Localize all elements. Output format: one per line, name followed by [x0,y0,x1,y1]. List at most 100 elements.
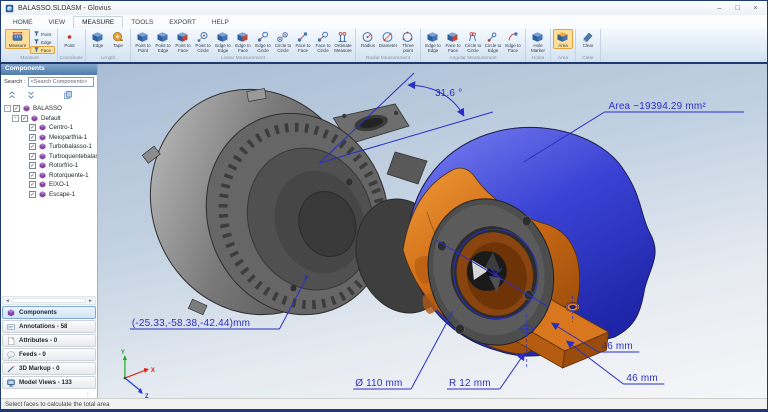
cube-red-icon [446,31,459,43]
cube-icon [216,31,229,43]
close-button[interactable]: × [748,3,763,14]
minimize-button[interactable]: – [712,3,727,14]
axis-triad: Y X Z [121,350,155,398]
tree-item-rotorquente-1[interactable]: ✓ Rotorquente-1 [1,171,97,181]
maximize-button[interactable]: □ [730,3,745,14]
tree-item-rotorfrio-1[interactable]: ✓ Rotorfrio-1 [1,161,97,171]
tree-item-meiopartfria-1[interactable]: ✓ Meiopartfria-1 [1,133,97,143]
tree-item-default[interactable]: - ✓ Default [1,114,97,124]
ribbon-button-edge-to-face[interactable]: Edge to Face [503,29,523,54]
menu-tab-home[interactable]: HOME [5,17,41,28]
distance-dimension-2: 46 mm [626,373,657,384]
panel-tab-annotations-58[interactable]: Annotations - 58 [2,320,96,333]
ribbon-button-three-point-circle[interactable]: Three point circle [398,29,418,55]
tree-item-eixo-1[interactable]: ✓ EIXO-1 [1,180,97,190]
visibility-checkbox[interactable]: ✓ [29,190,36,198]
visibility-checkbox[interactable]: ✓ [29,133,36,141]
ribbon-button-face-to-face[interactable]: Face to Face [443,29,463,54]
panel-spacer [1,199,97,296]
arc-ball-icon [506,31,519,43]
tree-item-turbobalasso-1[interactable]: ✓ Turbobalasso-1 [1,142,97,152]
search-input[interactable] [27,77,94,87]
visibility-checkbox[interactable]: ✓ [29,143,36,151]
visibility-checkbox[interactable]: ✓ [29,152,36,160]
ribbon-group-label: Area [557,56,569,61]
expand-toggle[interactable]: - [12,114,19,122]
ribbon-button-tape[interactable]: Tape [108,29,128,49]
scroll-track[interactable] [12,298,86,303]
eraser-icon [581,31,594,43]
part-icon [38,152,47,161]
ribbon-button-diameter[interactable]: Diameter [378,29,398,49]
ribbon-button-edge-to-edge[interactable]: Edge to Edge [213,29,233,54]
filter-point-button[interactable]: Point [30,30,55,38]
part-icon [38,142,47,151]
assembly-icon [22,104,31,113]
menu-tab-help[interactable]: HELP [204,17,237,28]
tree-item-escape-1[interactable]: ✓ Escape-1 [1,190,97,200]
ribbon-button-point-to-edge[interactable]: Point to Edge [153,29,173,54]
ribbon-button-circle-to-edge[interactable]: Circle to Edge [483,29,503,54]
ribbon-button-face-to-circle[interactable]: Face to Circle [313,29,333,54]
ribbon-group-label: Holes [531,56,545,61]
ribbon-button-point-to-point[interactable]: Point to Point [133,29,153,54]
ribbon-button-circle-to-circle[interactable]: Circle to Circle [463,29,483,54]
scroll-left-button[interactable]: ◄ [3,298,12,303]
tree-item-turboquentebalasso[interactable]: ✓Turboquentebalasso [1,152,97,162]
funnel-icon [33,38,40,46]
ribbon-button-clear[interactable]: Clear [578,29,598,49]
ribbon-button-measure[interactable]: Measure [5,29,30,50]
panel-tab-feeds-0[interactable]: Feeds - 0 [2,348,96,361]
ribbon-toolbar: Measure Point Edge Face Measure Point Coordina… [1,28,767,64]
visibility-checkbox[interactable]: ✓ [29,171,36,179]
tree-item-centro-1[interactable]: ✓ Centro-1 [1,123,97,133]
menu-tab-tools[interactable]: TOOLS [123,17,161,28]
panel-tab-attributes-0[interactable]: Attributes - 0 [2,334,96,347]
scroll-right-button[interactable]: ► [86,298,95,303]
ribbon-button-edge[interactable]: Edge [88,29,108,49]
panel-tab-components[interactable]: Components [2,306,96,319]
panel-tab-3d-markup-0[interactable]: 3D Markup - 0 [2,362,96,375]
visibility-checkbox[interactable]: ✓ [29,124,36,132]
ribbon-button-radius[interactable]: Radius [358,29,378,49]
filter-face-button[interactable]: Face [30,46,55,54]
menu-tab-export[interactable]: EXPORT [161,17,204,28]
visibility-checkbox[interactable]: ✓ [21,114,28,122]
cube-area-icon [556,31,569,43]
feeds-icon [6,350,16,360]
visibility-checkbox[interactable]: ✓ [13,105,20,113]
viewport-3d[interactable]: 31.6 ° Area ~19394.29 mm² (-25.33,-58.38… [98,64,767,398]
axis-x-label: X [151,368,155,374]
menu-tab-measure[interactable]: MEASURE [73,16,124,28]
tree-hscrollbar[interactable]: ◄ ► [2,296,96,305]
ribbon-button-point-to-circle[interactable]: Point to Circle [193,29,213,54]
panel-grip[interactable]: ⋮ [1,390,97,398]
ribbon-button-circle-to-circle[interactable]: Circle to Circle [273,29,293,54]
components-icon [6,308,16,318]
filter-edge-button[interactable]: Edge [30,38,55,46]
ribbon-group-holes: Hole Marker Holes [526,29,551,62]
ribbon-button-area[interactable]: Area [552,29,573,50]
ribbon-button-hole-marker[interactable]: Hole Marker [528,29,548,54]
panel-tab-model-views-133[interactable]: Model Views - 133 [2,376,96,389]
dot-icon [63,31,76,43]
tree-item-balasso[interactable]: - ✓ BALASSO [1,104,97,114]
visibility-checkbox[interactable]: ✓ [29,162,36,170]
part-icon [38,161,47,170]
expand-toggle[interactable]: - [4,105,11,113]
ribbon-group-label: Radial Measurement [365,56,411,61]
ribbon-button-edge-to-circle[interactable]: Edge to Circle [253,29,273,54]
part-icon [38,133,47,142]
part-icon [38,171,47,180]
ribbon-button-point-to-face[interactable]: Point to Face [173,29,193,54]
ribbon-button-edge-to-edge[interactable]: Edge to Edge [423,29,443,54]
menu-tab-view[interactable]: VIEW [41,17,74,28]
ribbon-button-point[interactable]: Point [60,29,80,49]
ribbon-button-face-to-face[interactable]: Face to Face [293,29,313,54]
ribbon-button-edge-to-face[interactable]: Edge to Face [233,29,253,54]
ribbon-group-measure: Measure Point Edge Face Measure [3,29,58,62]
ribbon-button-ordinate-measure[interactable]: Ordinate Measure [333,29,353,54]
visibility-checkbox[interactable]: ✓ [29,181,36,189]
funnel-icon [33,46,40,54]
assembly-icon [30,114,39,123]
